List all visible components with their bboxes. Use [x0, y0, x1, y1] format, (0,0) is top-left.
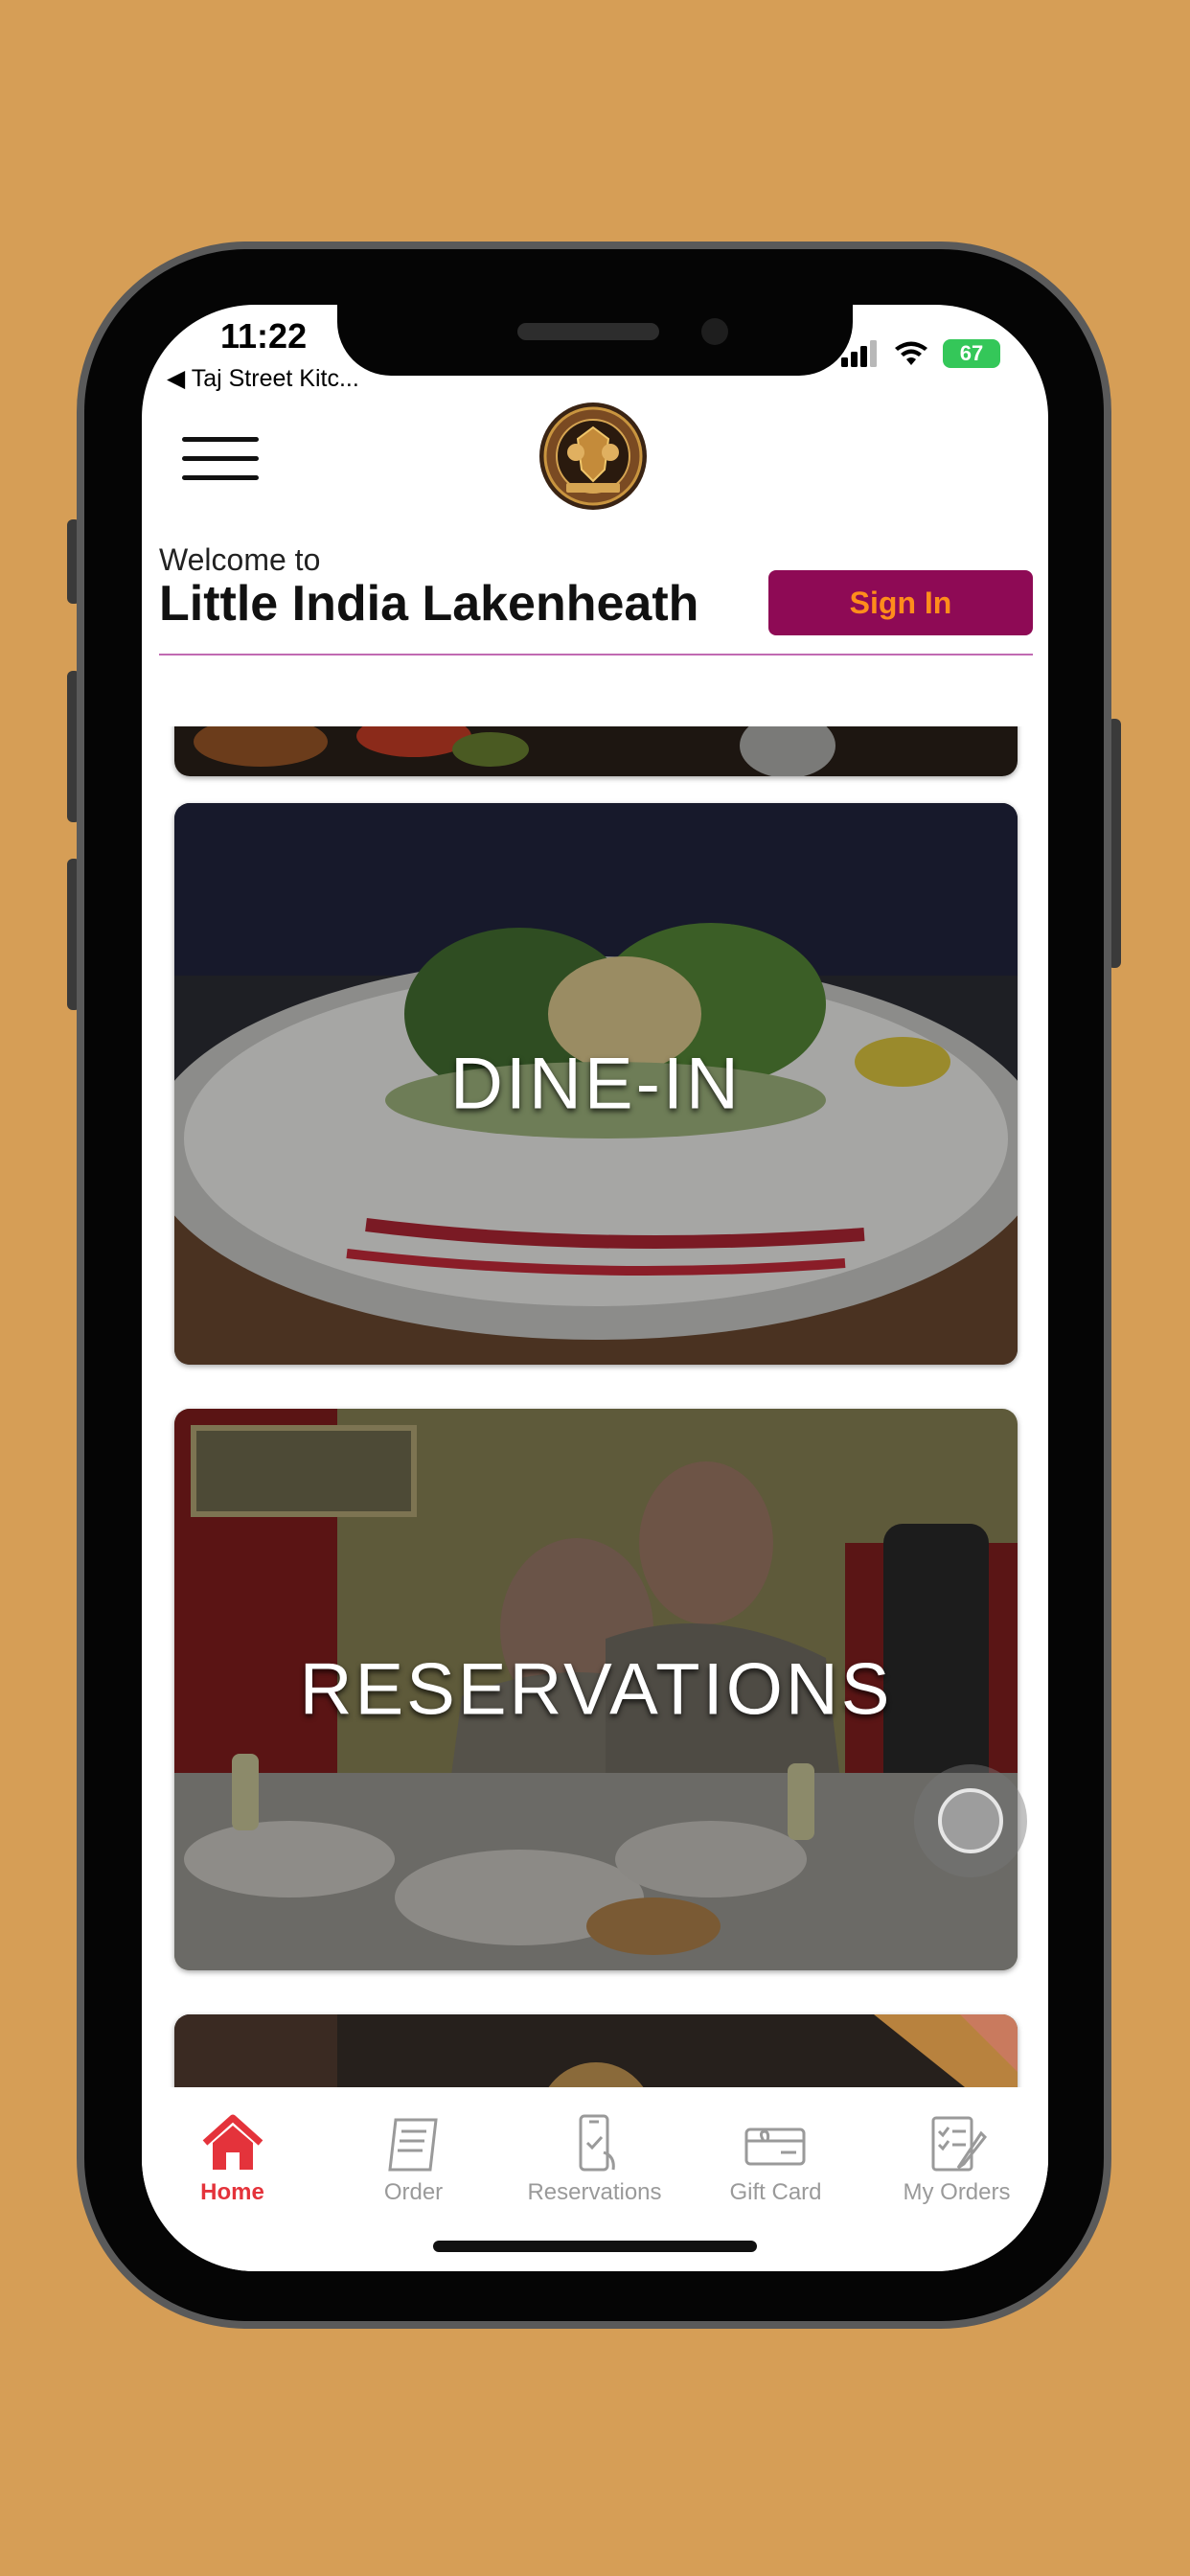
tab-home-label: Home	[200, 2179, 264, 2205]
welcome-text: Welcome to	[159, 542, 321, 577]
wifi-icon	[895, 341, 927, 365]
phone-notch	[337, 305, 853, 376]
tab-reservations[interactable]: Reservations	[504, 2114, 685, 2206]
home-icon	[202, 2114, 263, 2170]
tab-gift-card-label: Gift Card	[729, 2179, 822, 2205]
tab-my-orders[interactable]: My Orders	[866, 2114, 1047, 2206]
gift-card-icon	[744, 2128, 805, 2166]
status-time: 11:22	[220, 316, 308, 356]
restaurant-crest-logo	[539, 402, 647, 510]
status-icons: 67	[841, 339, 1000, 368]
app-screen: 11:22 ◀ Taj Street Kitc... 67 Welcome to…	[142, 305, 1048, 2271]
tab-my-orders-label: My Orders	[903, 2179, 1011, 2205]
floating-assist-button[interactable]	[914, 1764, 1027, 1877]
restaurant-name: Little India Lakenheath	[159, 576, 699, 632]
tab-gift-card[interactable]: Gift Card	[685, 2114, 866, 2206]
tab-order-label: Order	[383, 2179, 444, 2205]
reservations-phone-icon	[579, 2114, 615, 2172]
food-photo	[174, 726, 1018, 776]
previous-card[interactable]	[174, 726, 1018, 776]
dine-in-card[interactable]: DINE-IN	[174, 803, 1018, 1365]
my-orders-checklist-icon	[931, 2116, 987, 2172]
phone-speaker	[517, 323, 659, 340]
front-camera	[701, 318, 728, 345]
order-receipt-icon	[387, 2118, 438, 2172]
sign-in-button[interactable]: Sign In	[768, 570, 1033, 635]
reservations-card[interactable]: RESERVATIONS	[174, 1409, 1018, 1970]
header-divider	[159, 654, 1033, 656]
battery-icon: 67	[943, 339, 1000, 368]
tab-order[interactable]: Order	[323, 2114, 504, 2206]
next-card-photo	[174, 2014, 1018, 2087]
tab-reservations-label: Reservations	[527, 2179, 662, 2205]
floating-assist-button-knob	[938, 1788, 1003, 1853]
hamburger-menu-icon[interactable]	[182, 437, 263, 485]
reservations-title: RESERVATIONS	[299, 1648, 893, 1731]
back-to-app-link[interactable]: ◀ Taj Street Kitc...	[167, 364, 359, 393]
tab-home[interactable]: Home	[142, 2114, 323, 2206]
next-card[interactable]	[174, 2014, 1018, 2087]
home-feed[interactable]: DINE-IN RESERVATIONS	[142, 726, 1048, 2087]
home-indicator[interactable]	[433, 2241, 757, 2252]
dine-in-title: DINE-IN	[450, 1043, 742, 1125]
